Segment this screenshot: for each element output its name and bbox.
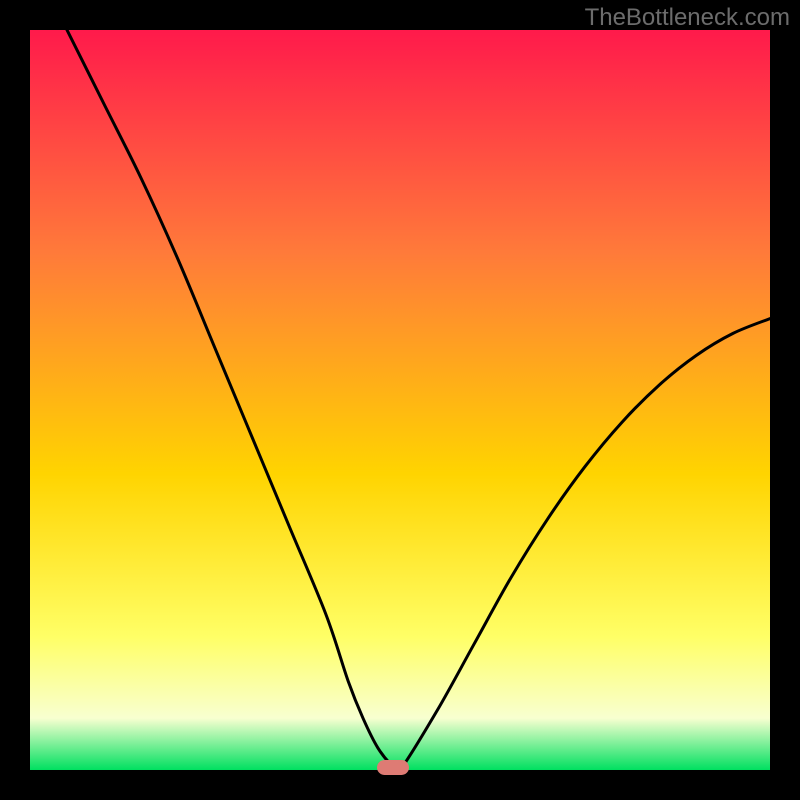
gradient-background <box>30 30 770 770</box>
plot-area <box>30 30 770 770</box>
watermark-text: TheBottleneck.com <box>585 4 790 32</box>
optimal-marker <box>377 760 409 775</box>
chart-frame: TheBottleneck.com <box>0 0 800 800</box>
plot-svg <box>30 30 770 770</box>
